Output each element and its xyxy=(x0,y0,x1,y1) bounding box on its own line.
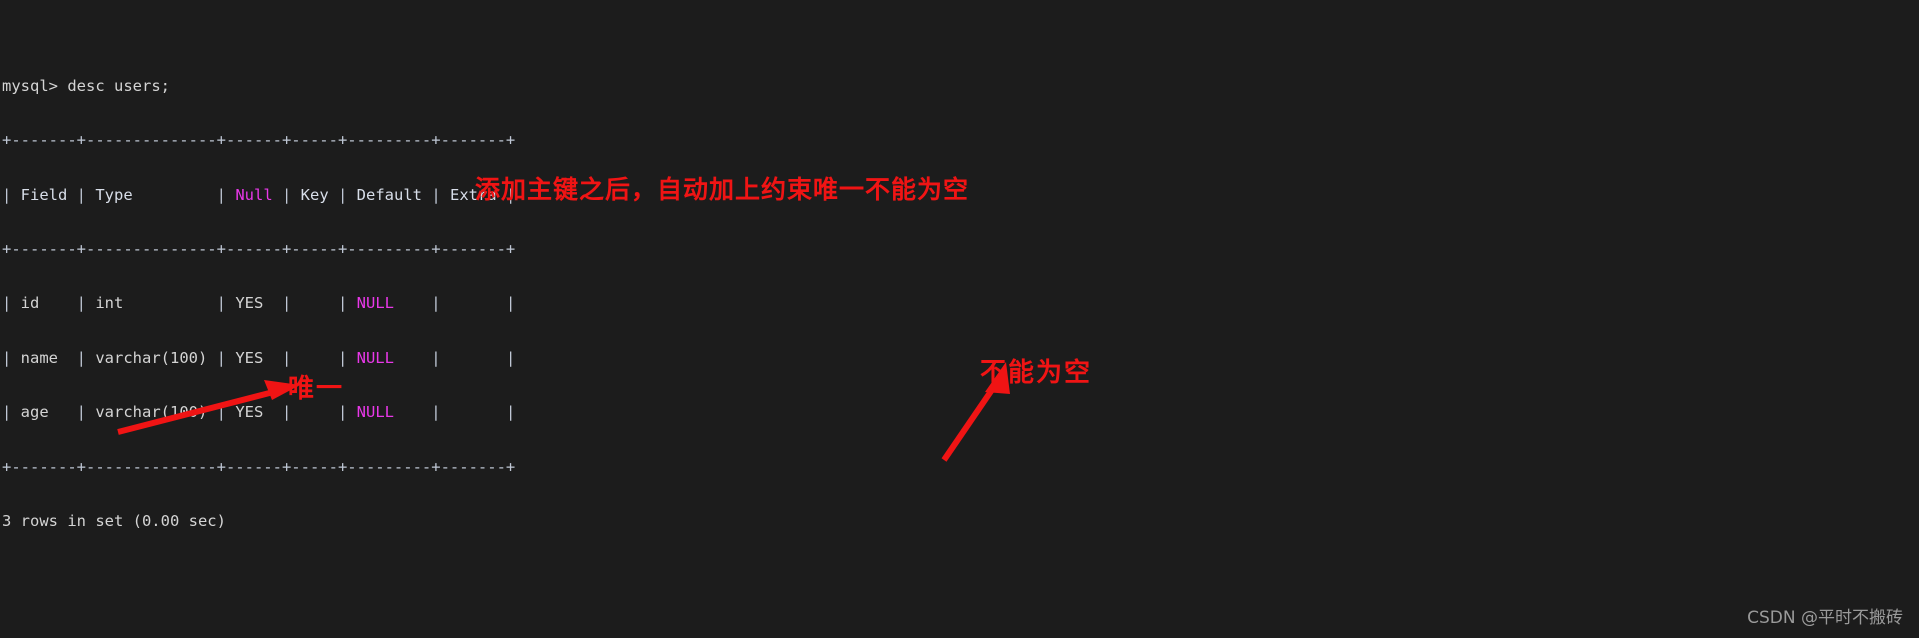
rows-in-set-1: 3 rows in set (0.00 sec) xyxy=(2,512,226,531)
cell-default: NULL xyxy=(356,403,394,422)
col-header-default: Default xyxy=(356,185,422,204)
terminal-output[interactable]: mysql> desc users; +-------+------------… xyxy=(0,0,1654,638)
col-header-null: Null xyxy=(235,185,273,204)
table-row: | id | int | YES | | NULL | | xyxy=(2,294,516,313)
cell-null: YES xyxy=(235,348,264,367)
col-header-field: Field xyxy=(20,185,68,204)
cell-null: YES xyxy=(235,294,264,313)
command-line-desc-1: mysql> desc users; xyxy=(2,77,1654,95)
table-rule: +-------+--------------+------+-----+---… xyxy=(2,457,516,476)
cell-field: id xyxy=(20,294,40,313)
cell-field: name xyxy=(20,348,58,367)
cell-default: NULL xyxy=(356,294,394,313)
cell-type: varchar(100) xyxy=(95,403,208,422)
col-header-type: Type xyxy=(95,185,133,204)
cell-null: YES xyxy=(235,403,264,422)
terminal-screen: mysql> desc users; +-------+------------… xyxy=(0,0,1919,638)
cell-default: NULL xyxy=(356,348,394,367)
table-rule: +-------+--------------+------+-----+---… xyxy=(2,131,516,150)
annotation-not-null-note: 不能为空 xyxy=(980,358,1093,388)
watermark: CSDN @平时不搬砖 xyxy=(1747,608,1903,628)
col-header-key: Key xyxy=(300,185,329,204)
cell-type: varchar(100) xyxy=(95,348,208,367)
table-rule: +-------+--------------+------+-----+---… xyxy=(2,239,516,258)
cell-field: age xyxy=(20,403,49,422)
annotation-primary-key-note: 添加主键之后，自动加上约束唯一不能为空 xyxy=(475,175,970,204)
prompt: mysql> xyxy=(2,76,68,95)
cell-type: int xyxy=(95,294,124,313)
table-row: | age | varchar(100) | YES | | NULL | | xyxy=(2,403,516,422)
table-row: | name | varchar(100) | YES | | NULL | | xyxy=(2,348,516,367)
command-text: desc users; xyxy=(67,76,170,95)
annotation-unique-note: 唯一 xyxy=(288,374,345,404)
